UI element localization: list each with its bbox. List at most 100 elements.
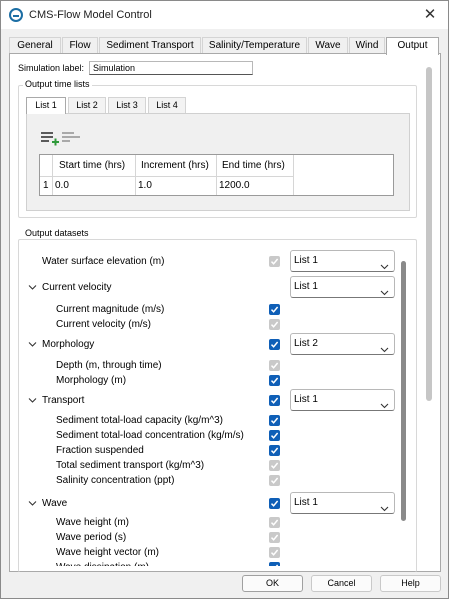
expand-chevron-icon[interactable] (28, 396, 38, 406)
dataset-checkbox (269, 532, 280, 543)
window-title: CMS-Flow Model Control (29, 9, 152, 21)
dataset-row: Current magnitude (m/s) (26, 303, 409, 316)
dataset-label: Total sediment transport (kg/m^3) (56, 460, 205, 471)
panel-scrollbar[interactable] (426, 67, 432, 401)
column-header-start: Start time (hrs) (59, 160, 126, 171)
dataset-checkbox (269, 517, 280, 528)
time-list-table: Start time (hrs) Increment (hrs) End tim… (39, 154, 394, 196)
time-list-select[interactable]: List 2 (290, 333, 395, 355)
output-time-lists-title: Output time lists (23, 79, 92, 89)
dataset-checkbox (269, 256, 280, 267)
add-row-icon[interactable] (41, 130, 61, 146)
expand-chevron-icon[interactable] (28, 283, 38, 293)
dataset-label: Wave period (s) (56, 532, 127, 543)
dataset-label: Water surface elevation (m) (42, 256, 165, 267)
dataset-checkbox[interactable] (269, 562, 280, 566)
time-list-select[interactable]: List 1 (290, 276, 395, 298)
time-list-select[interactable]: List 1 (290, 250, 395, 272)
row-index: 1 (43, 180, 49, 191)
dataset-label: Wave dissipation (m) (56, 562, 149, 566)
expand-chevron-icon[interactable] (28, 499, 38, 509)
time-list-select[interactable]: List 1 (290, 492, 395, 514)
tab-wind[interactable]: Wind (349, 37, 385, 54)
datasets-scrollbar[interactable] (401, 261, 406, 521)
tab-sediment-transport[interactable]: Sediment Transport (99, 37, 201, 54)
dataset-label: Transport (42, 395, 85, 406)
main-tabbar: General Flow Sediment Transport Salinity… (9, 37, 441, 55)
time-list-select-value: List 1 (294, 281, 318, 292)
dataset-row: Wave height vector (m) (26, 546, 409, 559)
dataset-row: Wave height (m) (26, 516, 409, 529)
output-datasets-title: Output datasets (23, 228, 91, 238)
dataset-label: Wave height (m) (56, 517, 129, 528)
dataset-checkbox[interactable] (269, 445, 280, 456)
dataset-checkbox[interactable] (269, 339, 280, 350)
dataset-label: Depth (m, through time) (56, 360, 162, 371)
dataset-row: Wave List 1 (26, 492, 409, 515)
dataset-row: Transport List 1 (26, 389, 409, 412)
help-button[interactable]: Help (380, 575, 441, 592)
dataset-row: Current velocity (m/s) (26, 318, 409, 331)
cell-start-time[interactable]: 0.0 (52, 176, 135, 196)
time-list-select-value: List 1 (294, 394, 318, 405)
tab-list-1[interactable]: List 1 (26, 97, 66, 114)
dataset-row: Current velocity List 1 (26, 276, 409, 299)
tab-flow[interactable]: Flow (62, 37, 98, 54)
dataset-label: Morphology (42, 339, 95, 350)
dataset-row: Fraction suspended (26, 444, 409, 457)
tab-wave[interactable]: Wave (308, 37, 348, 54)
dataset-label: Sediment total-load concentration (kg/m/… (56, 430, 244, 441)
tab-general[interactable]: General (9, 37, 61, 54)
time-list-tabbar: List 1 List 2 List 3 List 4 (26, 97, 416, 114)
dataset-checkbox[interactable] (269, 395, 280, 406)
tab-output[interactable]: Output (386, 37, 439, 55)
tab-list-3[interactable]: List 3 (108, 97, 146, 113)
dataset-label: Sediment total-load capacity (kg/m^3) (56, 415, 223, 426)
dataset-checkbox (269, 547, 280, 558)
title-bar: CMS-Flow Model Control ✕ (1, 1, 448, 29)
cell-end-time[interactable]: 1200.0 (216, 176, 293, 196)
dataset-row: Sediment total-load capacity (kg/m^3) (26, 414, 409, 427)
time-list-select-value: List 1 (294, 255, 318, 266)
ok-button[interactable]: OK (242, 575, 303, 592)
dataset-checkbox[interactable] (269, 304, 280, 315)
time-list-select-value: List 2 (294, 338, 318, 349)
dataset-row: Wave dissipation (m) (26, 561, 409, 566)
simulation-label-input[interactable]: Simulation (89, 61, 253, 75)
dataset-label: Salinity concentration (ppt) (56, 475, 175, 486)
dataset-label: Morphology (m) (56, 375, 127, 386)
dataset-row: Wave period (s) (26, 531, 409, 544)
dataset-checkbox (269, 460, 280, 471)
dataset-row: Morphology List 2 (26, 333, 409, 356)
dataset-row: Salinity concentration (ppt) (26, 474, 409, 487)
dialog-window: CMS-Flow Model Control ✕ General Flow Se… (0, 0, 449, 599)
simulation-label-caption: Simulation label: (18, 63, 85, 73)
dataset-row: Depth (m, through time) (26, 359, 409, 372)
dataset-checkbox[interactable] (269, 415, 280, 426)
dataset-checkbox (269, 319, 280, 330)
dataset-label: Wave (42, 498, 68, 509)
column-header-end: End time (hrs) (222, 160, 285, 171)
dataset-checkbox[interactable] (269, 430, 280, 441)
dataset-checkbox[interactable] (269, 498, 280, 509)
tab-list-4[interactable]: List 4 (148, 97, 186, 113)
dataset-checkbox (269, 360, 280, 371)
cell-increment[interactable]: 1.0 (135, 176, 216, 196)
chevron-down-icon (380, 284, 389, 304)
tab-salinity-temperature[interactable]: Salinity/Temperature (202, 37, 307, 54)
cancel-button[interactable]: Cancel (311, 575, 372, 592)
dataset-row: Total sediment transport (kg/m^3) (26, 459, 409, 472)
dataset-row: Sediment total-load concentration (kg/m/… (26, 429, 409, 442)
dataset-label: Current velocity (42, 282, 112, 293)
dataset-label: Fraction suspended (56, 445, 144, 456)
delete-row-icon[interactable] (62, 130, 82, 146)
tab-list-2[interactable]: List 2 (68, 97, 106, 113)
dataset-checkbox[interactable] (269, 375, 280, 386)
dataset-label: Current magnitude (m/s) (56, 304, 165, 315)
close-icon[interactable]: ✕ (420, 5, 440, 25)
expand-chevron-icon[interactable] (28, 340, 38, 350)
dataset-row: Water surface elevation (m) List 1 (26, 250, 409, 273)
app-icon (9, 8, 23, 22)
time-list-select[interactable]: List 1 (290, 389, 395, 411)
dataset-label: Wave height vector (m) (56, 547, 159, 558)
